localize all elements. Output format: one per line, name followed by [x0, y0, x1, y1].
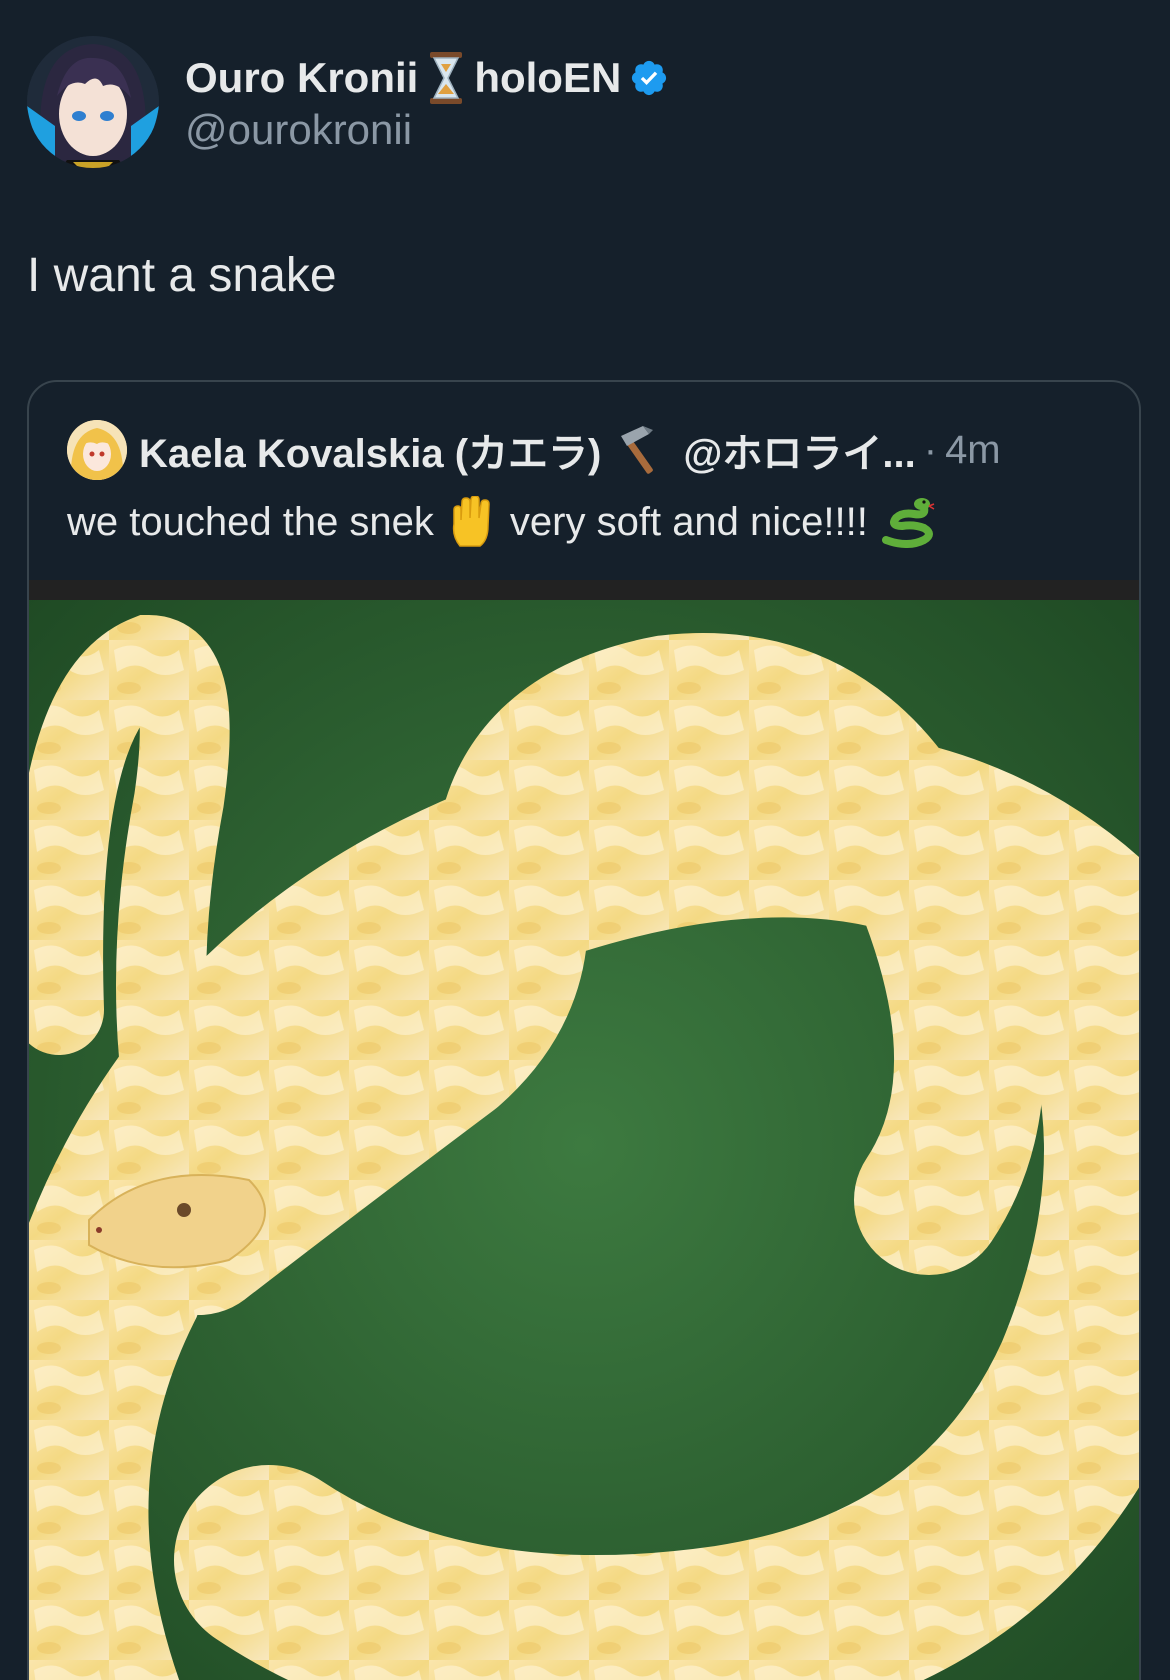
author-name-row[interactable]: Ouro Kronii holoEN — [185, 50, 669, 106]
quote-text: we touched the snek very soft and nice!!… — [67, 496, 936, 548]
quote-author-avatar[interactable] — [67, 420, 127, 480]
quote-photo-snake[interactable] — [29, 580, 1139, 1680]
tweet: Ouro Kronii holoEN @ourokronii I want a … — [0, 0, 1170, 1680]
quote-header: Kaela Kovalskia (カエラ) @ホロライ... · 4m — [67, 420, 1001, 480]
hourglass-icon — [426, 50, 466, 106]
tweet-text: I want a snake — [27, 249, 337, 302]
quote-text-part2: very soft and nice!!!! — [509, 499, 868, 544]
author-avatar[interactable] — [27, 36, 159, 168]
quote-text-part1: we touched the snek — [67, 499, 434, 544]
hammer-icon — [613, 422, 669, 478]
author-display-name[interactable]: Ouro Kronii — [185, 54, 418, 102]
snake-icon — [880, 496, 936, 548]
verified-badge-icon[interactable] — [629, 58, 669, 98]
separator-dot: · — [923, 427, 938, 472]
author-name-suffix[interactable]: holoEN — [474, 54, 621, 102]
raised-hand-icon — [448, 496, 496, 548]
author-handle[interactable]: @ourokronii — [185, 106, 412, 154]
quote-tweet-card[interactable]: Kaela Kovalskia (カエラ) @ホロライ... · 4m we t… — [27, 380, 1141, 1680]
quote-timestamp[interactable]: 4m — [945, 428, 1001, 473]
quote-author-handle[interactable]: @ホロライ... — [683, 421, 915, 479]
quote-author-display-name[interactable]: Kaela Kovalskia (カエラ) — [139, 421, 601, 479]
